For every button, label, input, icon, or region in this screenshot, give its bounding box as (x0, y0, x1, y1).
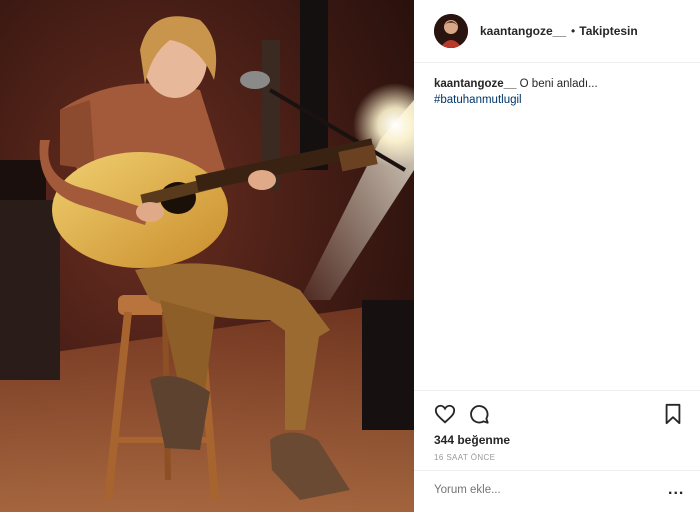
following-status-button[interactable]: Takiptesin (579, 24, 637, 38)
likes-count[interactable]: 344 beğenme (434, 433, 510, 447)
avatar[interactable] (434, 14, 468, 48)
comment-icon[interactable] (468, 403, 490, 425)
post-photo[interactable] (0, 0, 414, 512)
header-separator: • (571, 24, 576, 38)
caption-hashtag[interactable]: #batuhanmutlugil (434, 92, 684, 108)
heart-icon[interactable] (434, 403, 456, 425)
post-caption: kaantangoze__ O beni anladı... #batuhanm… (434, 76, 684, 108)
post-timestamp: 16 SAAT ÖNCE (434, 453, 496, 462)
caption-text: O beni anladı... (519, 78, 598, 90)
action-icons (434, 403, 684, 425)
bookmark-icon[interactable] (662, 403, 684, 425)
post-actions: 344 beğenme 16 SAAT ÖNCE (414, 390, 700, 462)
post-side-panel: kaantangoze__ • Takiptesin kaantangoze__… (414, 0, 700, 512)
post-photo-illustration (0, 0, 414, 512)
caption-username[interactable]: kaantangoze__ (434, 78, 516, 90)
avatar-image (434, 14, 468, 48)
header-username[interactable]: kaantangoze__ (480, 24, 566, 38)
comment-bar: ... (414, 470, 700, 513)
more-options-button[interactable]: ... (668, 481, 684, 499)
post-header: kaantangoze__ • Takiptesin (414, 0, 700, 63)
comment-input[interactable] (434, 484, 634, 496)
